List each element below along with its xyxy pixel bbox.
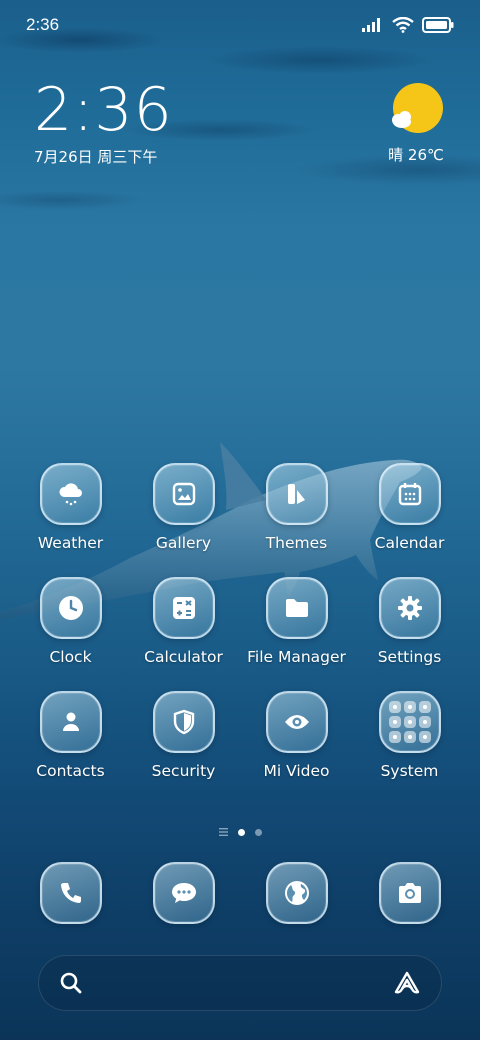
widget-date: 7月26日 周三下午 xyxy=(34,148,158,166)
battery-icon xyxy=(422,17,454,33)
app-label: File Manager xyxy=(247,648,346,666)
app-gallery[interactable]: Gallery xyxy=(127,463,240,552)
app-file-manager[interactable]: File Manager xyxy=(240,577,353,666)
app-calendar-button[interactable] xyxy=(378,463,441,525)
app-label: Mi Video xyxy=(263,762,330,780)
app-themes[interactable]: Themes xyxy=(240,463,353,552)
app-label: System xyxy=(380,762,439,780)
app-weather[interactable]: Weather xyxy=(14,463,127,552)
app-label: Clock xyxy=(49,648,92,666)
app-label: Themes xyxy=(265,534,328,552)
app-label: Settings xyxy=(377,648,442,666)
app-label: Calculator xyxy=(144,648,223,666)
folder-icon xyxy=(285,599,308,617)
app-weather-button[interactable] xyxy=(39,463,102,525)
weather-temperature: 晴 26℃ xyxy=(388,146,444,164)
gear-icon xyxy=(397,596,422,620)
person-icon xyxy=(62,712,79,731)
app-system-folder-button[interactable] xyxy=(378,691,441,753)
app-calculator[interactable]: Calculator xyxy=(127,577,240,666)
cloud-rain-icon xyxy=(58,483,82,506)
app-gallery-button[interactable] xyxy=(152,463,215,525)
assistant-icon[interactable] xyxy=(393,970,421,996)
clock-icon xyxy=(58,596,83,620)
message-icon xyxy=(171,883,196,903)
signal-icon xyxy=(362,18,380,32)
calendar-icon xyxy=(398,483,421,506)
dock-browser-button[interactable] xyxy=(265,862,328,924)
page-dot-active[interactable] xyxy=(237,828,245,836)
widget-time: 2:36 xyxy=(34,75,173,145)
sun-cloud-icon xyxy=(392,83,443,133)
dock xyxy=(14,862,466,924)
page-dot[interactable] xyxy=(254,828,262,836)
dock-phone-button[interactable] xyxy=(39,862,102,924)
app-label: Weather xyxy=(37,534,104,552)
app-security[interactable]: Security xyxy=(127,691,240,780)
status-time: 2:36 xyxy=(26,15,60,34)
theme-brush-icon xyxy=(287,484,305,504)
app-system-folder[interactable]: System xyxy=(353,691,466,780)
app-security-button[interactable] xyxy=(152,691,215,753)
app-grid: Weather Gallery Themes Calendar Clock Ca… xyxy=(14,463,466,780)
dock-camera-button[interactable] xyxy=(378,862,441,924)
app-label: Contacts xyxy=(36,762,105,780)
phone-icon xyxy=(60,883,81,903)
app-label: Calendar xyxy=(374,534,445,552)
app-file-manager-button[interactable] xyxy=(265,577,328,639)
weather-widget[interactable]: 晴 26℃ xyxy=(388,82,444,165)
camera-icon xyxy=(398,883,421,903)
search-icon[interactable] xyxy=(59,971,83,995)
page-list-icon xyxy=(218,828,228,836)
app-clock[interactable]: Clock xyxy=(14,577,127,666)
app-clock-button[interactable] xyxy=(39,577,102,639)
calculator-icon xyxy=(172,597,195,619)
page-indicator xyxy=(0,828,480,836)
dock-messages-button[interactable] xyxy=(152,862,215,924)
status-bar: 2:36 xyxy=(0,0,480,50)
search-bar[interactable] xyxy=(38,955,442,1011)
app-settings[interactable]: Settings xyxy=(353,577,466,666)
shield-icon xyxy=(173,709,194,735)
app-label: Gallery xyxy=(155,534,212,552)
app-label: Security xyxy=(151,762,216,780)
app-themes-button[interactable] xyxy=(265,463,328,525)
wifi-icon xyxy=(392,17,414,33)
app-mi-video-button[interactable] xyxy=(265,691,328,753)
eye-icon xyxy=(284,715,309,729)
app-contacts-button[interactable] xyxy=(39,691,102,753)
globe-icon xyxy=(284,881,309,905)
app-calculator-button[interactable] xyxy=(152,577,215,639)
app-mi-video[interactable]: Mi Video xyxy=(240,691,353,780)
clock-widget[interactable]: 2:36 7月26日 周三下午 xyxy=(34,78,173,167)
app-settings-button[interactable] xyxy=(378,577,441,639)
image-icon xyxy=(172,482,195,506)
app-calendar[interactable]: Calendar xyxy=(353,463,466,552)
app-contacts[interactable]: Contacts xyxy=(14,691,127,780)
folder-grid-icon xyxy=(388,701,431,743)
